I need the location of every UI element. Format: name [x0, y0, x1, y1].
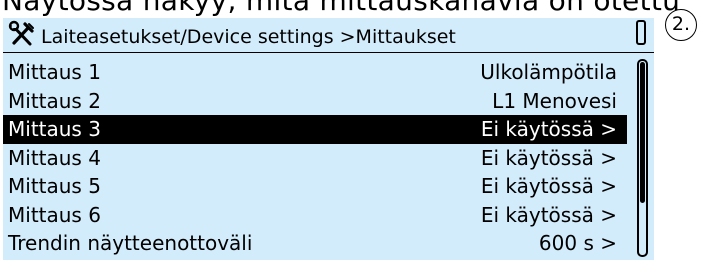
settings-list: Mittaus 1 Ulkolämpötila Mittaus 2 L1 Men…: [3, 58, 627, 258]
list-item-mittaus-4[interactable]: Mittaus 4 Ei käytössä >: [3, 144, 627, 173]
list-item-value: Ei käytössä >: [480, 117, 617, 141]
list-item-mittaus-5[interactable]: Mittaus 5 Ei käytössä >: [3, 172, 627, 201]
list-item-value: Ulkolämpötila: [480, 60, 617, 84]
list-item-trend-sampling-interval[interactable]: Trendin näytteenottoväli 600 s >: [3, 229, 627, 258]
tools-icon: [8, 20, 34, 46]
title-bar: Laiteasetukset/Device settings >Mittauks…: [3, 18, 654, 53]
list-item-label: Mittaus 3: [8, 117, 101, 141]
list-scrollbar[interactable]: [637, 59, 648, 257]
list-item-mittaus-6[interactable]: Mittaus 6 Ei käytössä >: [3, 201, 627, 230]
list-item-value: Ei käytössä >: [480, 202, 617, 227]
list-item-label: Mittaus 4: [8, 145, 101, 170]
list-item-value: Ei käytössä >: [480, 145, 617, 170]
list-item-value: L1 Menovesi: [492, 88, 617, 113]
list-item-label: Trendin näytteenottoväli: [8, 231, 253, 255]
list-item-label: Mittaus 6: [8, 202, 101, 227]
list-item-mittaus-3[interactable]: Mittaus 3 Ei käytössä >: [3, 115, 627, 144]
device-screen: Laiteasetukset/Device settings >Mittauks…: [3, 18, 654, 260]
list-item-mittaus-2[interactable]: Mittaus 2 L1 Menovesi: [3, 87, 627, 116]
list-item-label: Mittaus 5: [8, 174, 101, 198]
step-number-badge: 2.: [665, 9, 697, 41]
scrollbar-thumb[interactable]: [640, 62, 645, 203]
list-item-mittaus-1[interactable]: Mittaus 1 Ulkolämpötila: [3, 58, 627, 87]
list-item-label: Mittaus 1: [8, 60, 101, 84]
list-item-label: Mittaus 2: [8, 88, 101, 113]
list-item-value: 600 s >: [538, 231, 617, 255]
instruction-caption: Näytössä näkyy, mitä mittauskanavia on o…: [2, 0, 681, 17]
list-item-value: Ei käytössä >: [480, 174, 617, 198]
page-title: Laiteasetukset/Device settings >Mittauks…: [41, 26, 456, 48]
header-scroll-indicator: [636, 20, 646, 45]
